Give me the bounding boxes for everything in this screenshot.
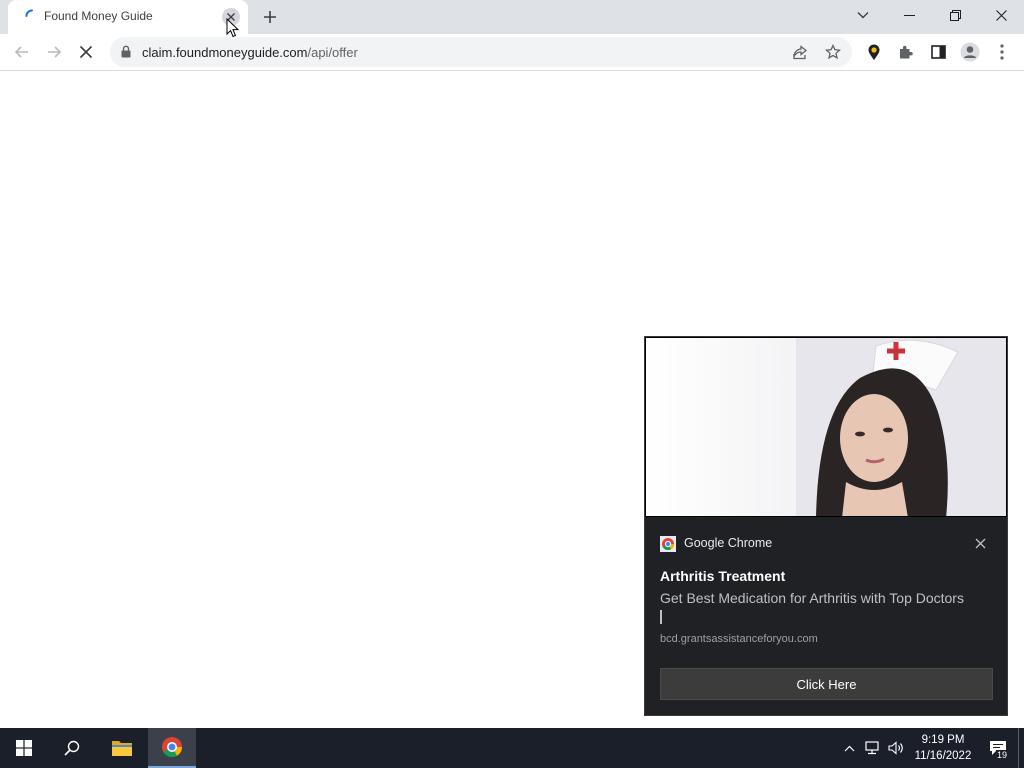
show-hidden-icons-button[interactable]: [838, 728, 860, 768]
window-controls: [886, 0, 1024, 30]
arrow-left-icon: [14, 46, 28, 58]
nurse-photo-image: [796, 338, 1006, 516]
url-domain: claim.foundmoneyguide.com: [142, 45, 308, 60]
side-panel-button[interactable]: [924, 38, 952, 66]
extension-location-button[interactable]: [860, 38, 888, 66]
chevron-up-icon: [844, 745, 854, 751]
notification-source: bcd.grantsassistanceforyou.com: [660, 633, 818, 645]
start-button[interactable]: [0, 728, 48, 768]
tab-strip: Found Money Guide: [0, 0, 1024, 34]
network-button[interactable]: [860, 728, 884, 768]
avatar-icon: [960, 42, 980, 62]
stop-loading-button[interactable]: [72, 38, 100, 66]
close-window-button[interactable]: [978, 0, 1024, 30]
chrome-logo-icon: [162, 737, 183, 758]
close-icon: [79, 45, 93, 59]
lock-icon[interactable]: [120, 45, 132, 58]
browser-toolbar: claim.foundmoneyguide.com/api/offer: [0, 34, 1024, 71]
side-panel-icon: [930, 45, 946, 59]
chrome-logo-icon: [660, 536, 676, 552]
tab-title: Found Money Guide: [44, 9, 153, 23]
profile-button[interactable]: [956, 38, 984, 66]
new-tab-button[interactable]: [258, 6, 282, 28]
close-icon: [995, 9, 1007, 21]
folder-icon: [112, 741, 132, 756]
share-icon[interactable]: [792, 45, 808, 60]
system-tray: 9:19 PM 11/16/2022 19: [838, 728, 1024, 768]
windows-logo-icon: [16, 740, 32, 756]
notification-action-button[interactable]: Click Here: [660, 668, 993, 700]
more-vert-icon: [1000, 44, 1004, 60]
back-button[interactable]: [8, 38, 36, 66]
minimize-icon: [903, 14, 915, 16]
chrome-taskbar-button[interactable]: [148, 728, 196, 768]
url-path: /api/offer: [307, 45, 358, 60]
restore-button[interactable]: [932, 0, 978, 30]
location-pin-icon: [868, 44, 880, 60]
puzzle-icon: [900, 45, 913, 59]
forward-button[interactable]: [40, 38, 68, 66]
clock-date: 11/16/2022: [914, 750, 972, 762]
search-icon: [64, 740, 80, 756]
minimize-button[interactable]: [886, 0, 932, 30]
arrow-right-icon: [48, 46, 62, 58]
close-icon: [975, 538, 985, 548]
action-center-button[interactable]: 19: [978, 728, 1018, 768]
search-button[interactable]: [48, 728, 96, 768]
chevron-down-icon: [857, 12, 869, 19]
chrome-menu-button[interactable]: [988, 38, 1016, 66]
loading-spinner-icon: [25, 9, 33, 17]
address-bar[interactable]: claim.foundmoneyguide.com/api/offer: [110, 37, 852, 67]
extensions-button[interactable]: [892, 38, 920, 66]
mouse-pointer-icon: [226, 18, 240, 38]
notification-title: Arthritis Treatment: [660, 568, 786, 584]
bookmark-star-icon[interactable]: [825, 44, 841, 60]
show-desktop-button[interactable]: [1018, 728, 1024, 768]
network-icon: [865, 741, 879, 755]
volume-button[interactable]: [884, 728, 908, 768]
notification-body: Get Best Medication for Arthritis with T…: [660, 590, 964, 606]
notification-count-badge: 19: [995, 750, 1008, 760]
notification-app-name: Google Chrome: [684, 536, 773, 550]
clock-time: 9:19 PM: [921, 734, 965, 746]
text-caret: [660, 610, 662, 624]
tab-search-button[interactable]: [851, 4, 875, 26]
taskbar: 9:19 PM 11/16/2022 19: [0, 728, 1024, 768]
notification-close-button[interactable]: [971, 534, 989, 552]
url-text[interactable]: claim.foundmoneyguide.com/api/offer: [142, 45, 358, 60]
speaker-icon: [888, 741, 903, 755]
plus-icon: [264, 11, 276, 23]
file-explorer-button[interactable]: [98, 728, 146, 768]
notification-hero-image: [645, 337, 1007, 517]
restore-icon: [949, 9, 961, 21]
clock[interactable]: 9:19 PM 11/16/2022: [908, 732, 978, 764]
chrome-notification[interactable]: Google Chrome Arthritis Treatment Get Be…: [644, 336, 1008, 716]
tab-found-money-guide[interactable]: Found Money Guide: [8, 0, 248, 34]
